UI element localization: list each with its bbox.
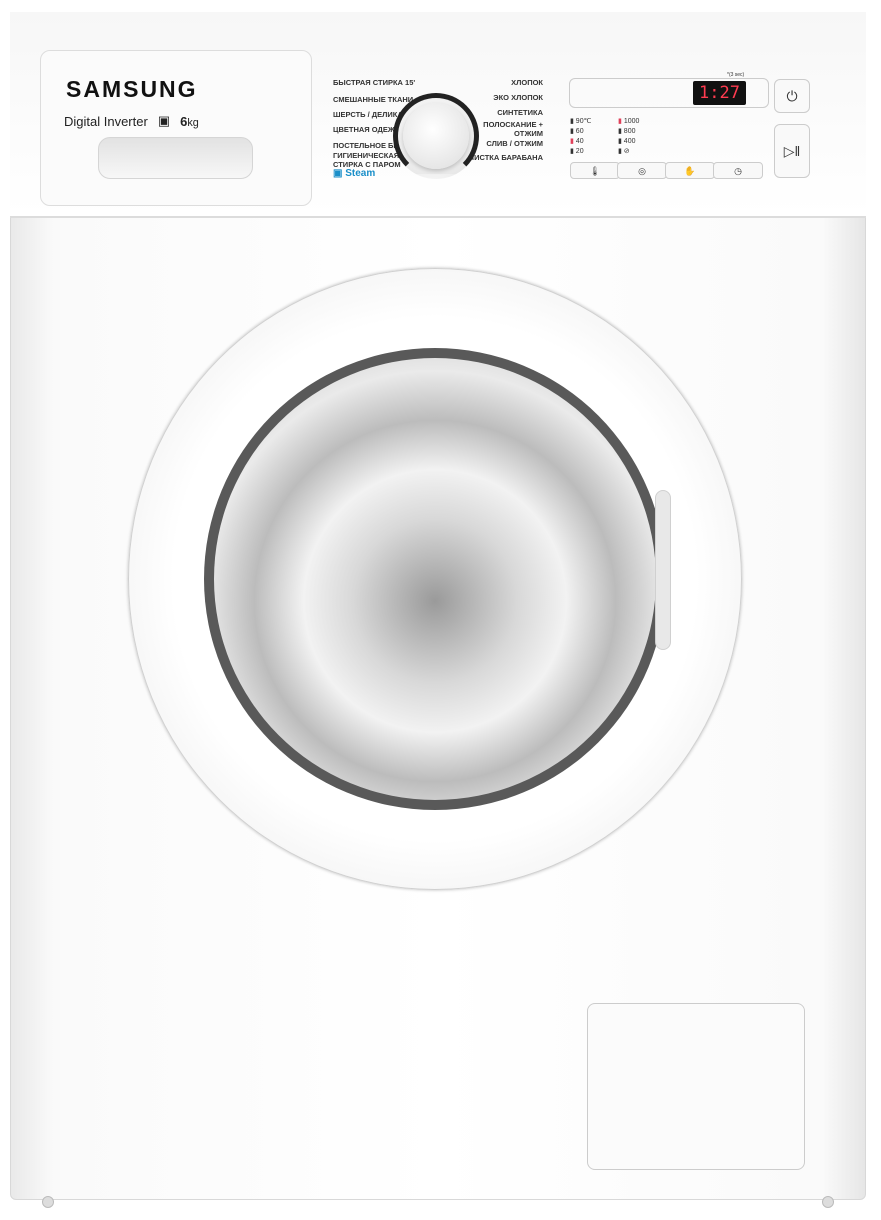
program-label: СИНТЕТИКА [497, 108, 543, 117]
filter-cover[interactable] [587, 1003, 805, 1170]
hold-note: *(3 sec) [727, 72, 745, 78]
delay-end-button[interactable]: ◷ [713, 162, 763, 179]
brand-logo: SAMSUNG [66, 76, 198, 102]
model-info: Digital Inverter ▣ 6kg [64, 113, 199, 129]
model-line: Digital Inverter [64, 113, 148, 129]
spin-option: ▮ ⊘ [618, 148, 630, 155]
temperature-button[interactable]: 🌡 [570, 162, 620, 179]
program-label: ХЛОПОК [511, 78, 543, 87]
program-label: СМЕШАННЫЕ ТКАНИ [333, 95, 414, 104]
program-label: СЛИВ / ОТЖИМ [486, 139, 543, 148]
power-button[interactable]: ⏻ [774, 79, 810, 113]
options-button[interactable]: ✋ [665, 162, 715, 179]
temp-option: ▮ 90℃ [570, 118, 592, 125]
spin-option-selected: ▮ 1000 [618, 118, 640, 125]
spin-button[interactable]: ◎ [617, 162, 667, 179]
spin-option: ▮ 400 [618, 138, 636, 145]
detergent-drawer-handle[interactable] [98, 137, 253, 179]
drum-icon: ▣ [157, 113, 171, 128]
temp-option-selected: ▮ 40 [570, 138, 584, 145]
program-dial[interactable] [403, 103, 469, 169]
door-glass [214, 358, 656, 800]
time-display: 1:27 [693, 81, 746, 105]
foot [42, 1196, 54, 1208]
foot [822, 1196, 834, 1208]
program-label: ПОЛОСКАНИЕ + ОТЖИМ [483, 120, 543, 138]
spin-option: ▮ 800 [618, 128, 636, 135]
temp-option: ▮ 60 [570, 128, 584, 135]
program-label: БЫСТРАЯ СТИРКА 15' [333, 78, 416, 87]
steam-label: ▣ Steam [333, 168, 376, 179]
capacity-unit: kg [187, 116, 199, 129]
door-handle[interactable] [655, 490, 671, 650]
program-label: ГИГИЕНИЧЕСКАЯ СТИРКА С ПАРОМ [333, 151, 401, 169]
temp-option: ▮ 20 [570, 148, 584, 155]
program-label: ОЧИСТКА БАРАБАНА [462, 153, 543, 162]
program-label: ЭКО ХЛОПОК [493, 93, 543, 102]
start-pause-button[interactable]: ▷‖ [774, 124, 810, 178]
